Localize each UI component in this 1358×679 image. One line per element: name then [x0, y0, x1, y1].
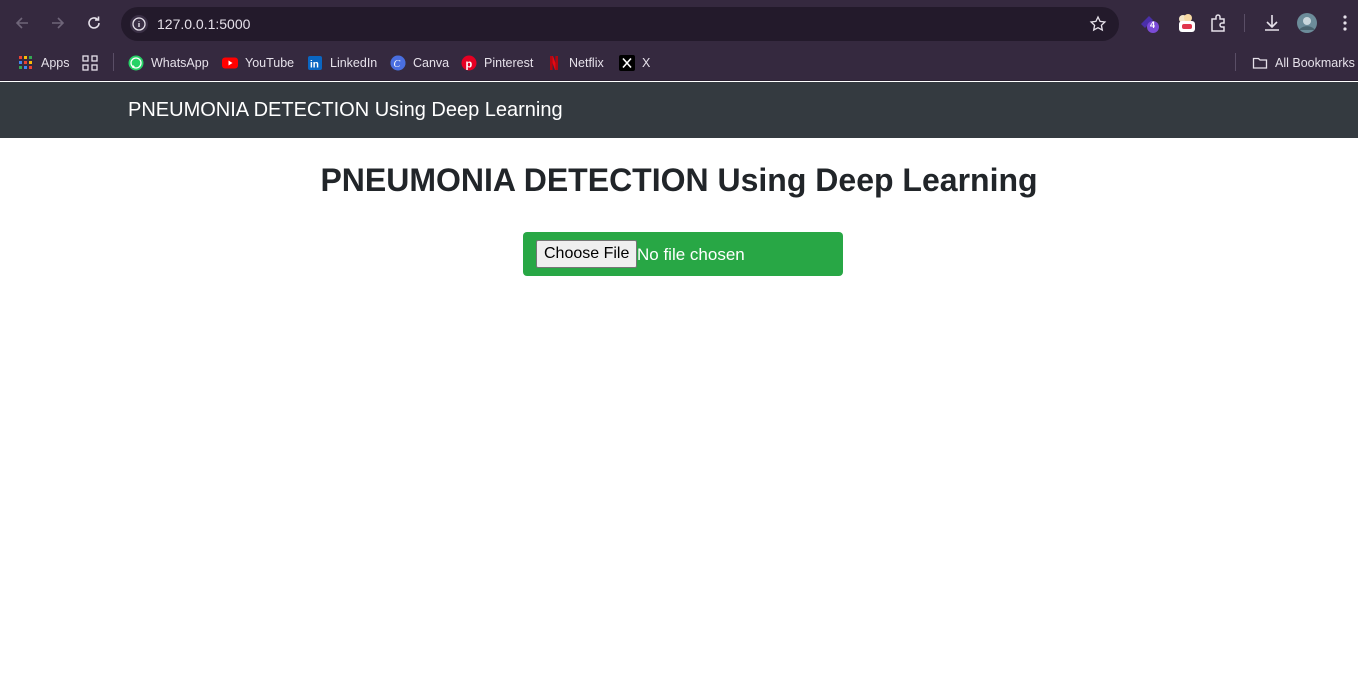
tab-groups-button[interactable] [82, 53, 98, 73]
reload-icon [88, 16, 100, 29]
bookmark-label: YouTube [245, 56, 295, 70]
all-bookmarks-label: All Bookmarks [1275, 56, 1355, 70]
bookmark-canva[interactable]: C Canva [390, 53, 449, 73]
forward-arrow-icon [52, 17, 65, 29]
bookmark-label: X [642, 56, 651, 70]
forward-button[interactable] [46, 11, 70, 35]
folder-icon [1252, 55, 1268, 71]
bookmarks-divider [113, 53, 114, 71]
bookmark-youtube[interactable]: YouTube [222, 53, 294, 73]
site-info-icon[interactable] [129, 14, 149, 34]
svg-text:C: C [394, 59, 401, 70]
netflix-icon [546, 55, 562, 71]
bookmark-star-icon[interactable] [1089, 15, 1107, 33]
toolbar-divider [1244, 14, 1245, 32]
bookmark-apps[interactable]: Apps [18, 53, 70, 73]
bookmarks-divider [1235, 53, 1236, 71]
back-arrow-icon [15, 17, 28, 29]
bookmark-label: LinkedIn [330, 56, 378, 70]
navbar-brand[interactable]: PNEUMONIA DETECTION Using Deep Learning [128, 99, 563, 122]
canva-icon: C [390, 55, 406, 71]
downloads-icon[interactable] [1261, 12, 1283, 34]
extensions-puzzle-icon[interactable] [1208, 12, 1230, 34]
bookmark-x[interactable]: X [619, 53, 650, 73]
bookmark-linkedin[interactable]: in LinkedIn [307, 53, 377, 73]
bookmarks-bar: Apps WhatsApp YouTube in LinkedIn C Canv… [0, 45, 1358, 81]
svg-text:in: in [310, 60, 319, 71]
pinterest-icon: p [461, 55, 477, 71]
apps-grid-icon [18, 55, 34, 71]
svg-text:p: p [466, 59, 473, 71]
page-title: PNEUMONIA DETECTION Using Deep Learning [320, 162, 1038, 198]
bookmark-pinterest[interactable]: p Pinterest [461, 53, 533, 73]
extension-icon[interactable]: 4 [1138, 12, 1160, 34]
bookmark-label: Pinterest [484, 56, 534, 70]
x-icon [619, 55, 635, 71]
linkedin-icon: in [307, 55, 323, 71]
back-button[interactable] [10, 11, 34, 35]
reload-button[interactable] [82, 11, 106, 35]
bookmark-label: Canva [413, 56, 450, 70]
browser-menu-icon[interactable] [1334, 12, 1356, 34]
whatsapp-icon [128, 55, 144, 71]
all-bookmarks-button[interactable]: All Bookmarks [1252, 53, 1355, 73]
page-navbar: PNEUMONIA DETECTION Using Deep Learning [0, 82, 1358, 138]
profile-avatar[interactable] [1296, 12, 1318, 34]
browser-toolbar: 127.0.0.1:5000 4 [0, 0, 1358, 45]
choose-file-button[interactable]: Choose File [536, 240, 638, 268]
file-status-text: No file chosen [637, 245, 745, 264]
url-text[interactable]: 127.0.0.1:5000 [157, 16, 250, 32]
bookmark-label: WhatsApp [151, 56, 209, 70]
file-upload-box[interactable]: Choose File No file chosen [523, 232, 843, 276]
youtube-icon [222, 55, 238, 71]
popcorn-extension-icon[interactable] [1175, 12, 1197, 34]
bookmark-label: Apps [41, 56, 70, 70]
bookmark-netflix[interactable]: Netflix [546, 53, 604, 73]
tab-groups-icon [82, 55, 98, 71]
address-bar[interactable]: 127.0.0.1:5000 [121, 7, 1119, 41]
bookmark-whatsapp[interactable]: WhatsApp [128, 53, 209, 73]
extension-badge: 4 [1150, 20, 1156, 30]
bookmark-label: Netflix [569, 56, 604, 70]
